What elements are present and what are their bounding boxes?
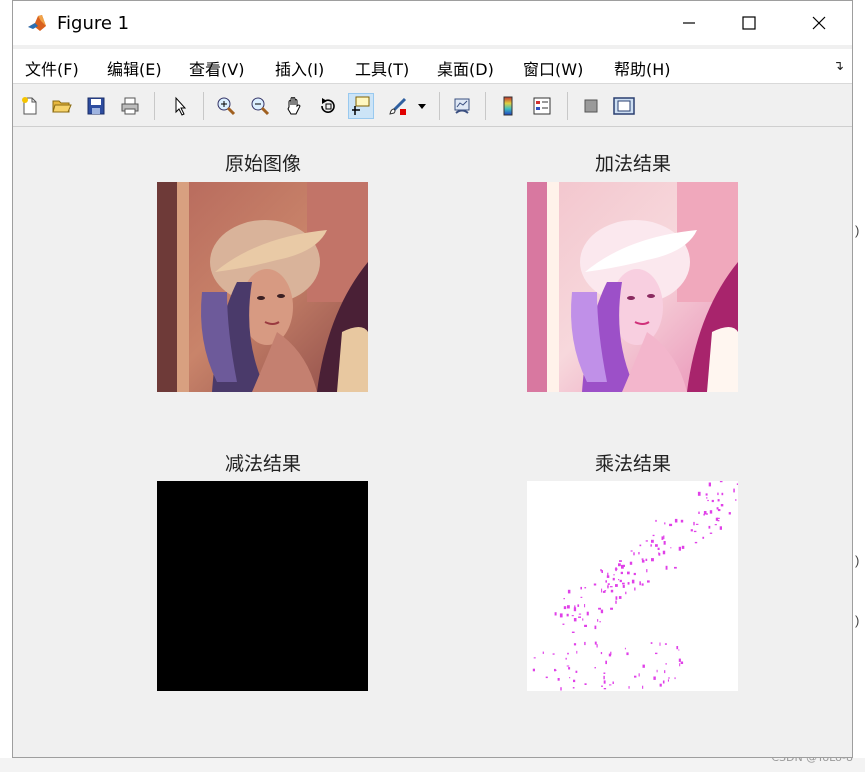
title-bar[interactable]: Figure 1	[13, 1, 852, 45]
background-editor-edge	[853, 0, 865, 772]
colorbar-icon	[503, 96, 513, 116]
pan-icon	[287, 97, 301, 115]
rotate-3d-button[interactable]	[315, 93, 341, 119]
zoom-out-icon	[251, 97, 270, 116]
menu-file[interactable]: 文件(F)	[25, 56, 79, 80]
open-file-button[interactable]	[49, 93, 75, 119]
menu-edit[interactable]: 编辑(E)	[107, 56, 162, 80]
background-editor-glyph: )	[855, 553, 860, 568]
rotate-3d-icon	[321, 98, 335, 113]
zoom-in-button[interactable]	[213, 93, 239, 119]
figure-window: Figure 1 文件(F) 编辑(E) 查看(V) 插入(I) 工具(T) 桌…	[12, 0, 853, 758]
maximize-icon	[742, 16, 756, 30]
menu-desktop[interactable]: 桌面(D)	[437, 56, 494, 80]
show-plot-tools-button[interactable]	[611, 93, 637, 119]
legend-icon	[533, 97, 551, 115]
brush-dropdown-button[interactable]	[415, 93, 429, 119]
window-title: Figure 1	[57, 13, 130, 34]
open-file-icon	[52, 100, 72, 113]
subplot-title-original: 原始图像	[224, 153, 301, 175]
print-icon	[121, 97, 139, 115]
background-editor-glyph: )	[855, 223, 860, 238]
subplot-title-subtraction: 减法结果	[224, 453, 301, 475]
brush-dropdown-icon	[418, 104, 426, 109]
link-plot-icon	[454, 98, 470, 114]
menu-bar: 文件(F) 编辑(E) 查看(V) 插入(I) 工具(T) 桌面(D) 窗口(W…	[13, 49, 852, 84]
undock-arrow-icon[interactable]: ↴	[833, 58, 844, 74]
addition-result-image[interactable]	[527, 182, 738, 392]
menu-window[interactable]: 窗口(W)	[523, 56, 583, 80]
data-cursor-button[interactable]	[348, 93, 374, 119]
pan-button[interactable]	[281, 93, 307, 119]
menu-view[interactable]: 查看(V)	[189, 56, 244, 80]
brush-icon	[389, 97, 407, 115]
hide-plot-tools-icon	[584, 99, 598, 113]
figure-toolbar	[13, 86, 852, 127]
edit-plot-icon	[175, 96, 187, 116]
minimize-button[interactable]	[666, 1, 712, 45]
print-button[interactable]	[117, 93, 143, 119]
original-image[interactable]	[157, 182, 368, 392]
show-plot-tools-icon	[613, 97, 635, 115]
menu-help[interactable]: 帮助(H)	[614, 56, 671, 80]
close-icon	[812, 16, 826, 30]
menu-tools[interactable]: 工具(T)	[355, 56, 409, 80]
multiplication-result-image[interactable]	[527, 481, 738, 691]
zoom-in-icon	[217, 97, 236, 116]
save-icon	[87, 97, 105, 115]
close-button[interactable]	[796, 1, 842, 45]
minimize-icon	[683, 22, 695, 24]
new-figure-icon	[22, 97, 37, 115]
background-editor-bottom	[0, 758, 865, 772]
edit-plot-button[interactable]	[167, 93, 193, 119]
background-editor-glyph: )	[855, 613, 860, 628]
insert-legend-button[interactable]	[529, 93, 555, 119]
link-plot-button[interactable]	[449, 93, 475, 119]
brush-button[interactable]	[385, 93, 411, 119]
subtraction-result-image[interactable]	[157, 481, 368, 691]
new-figure-button[interactable]	[17, 93, 43, 119]
subplot-title-multiplication: 乘法结果	[594, 453, 671, 475]
save-button[interactable]	[83, 93, 109, 119]
data-cursor-icon	[352, 96, 370, 115]
zoom-out-button[interactable]	[247, 93, 273, 119]
maximize-button[interactable]	[726, 1, 772, 45]
menu-insert[interactable]: 插入(I)	[275, 56, 324, 80]
subplot-title-addition: 加法结果	[594, 153, 671, 175]
matlab-logo-icon	[26, 12, 48, 34]
figure-canvas[interactable]: 原始图像 加法结果 减法结果 乘法结果	[13, 127, 852, 757]
insert-colorbar-button[interactable]	[495, 93, 521, 119]
hide-plot-tools-button[interactable]	[578, 93, 604, 119]
